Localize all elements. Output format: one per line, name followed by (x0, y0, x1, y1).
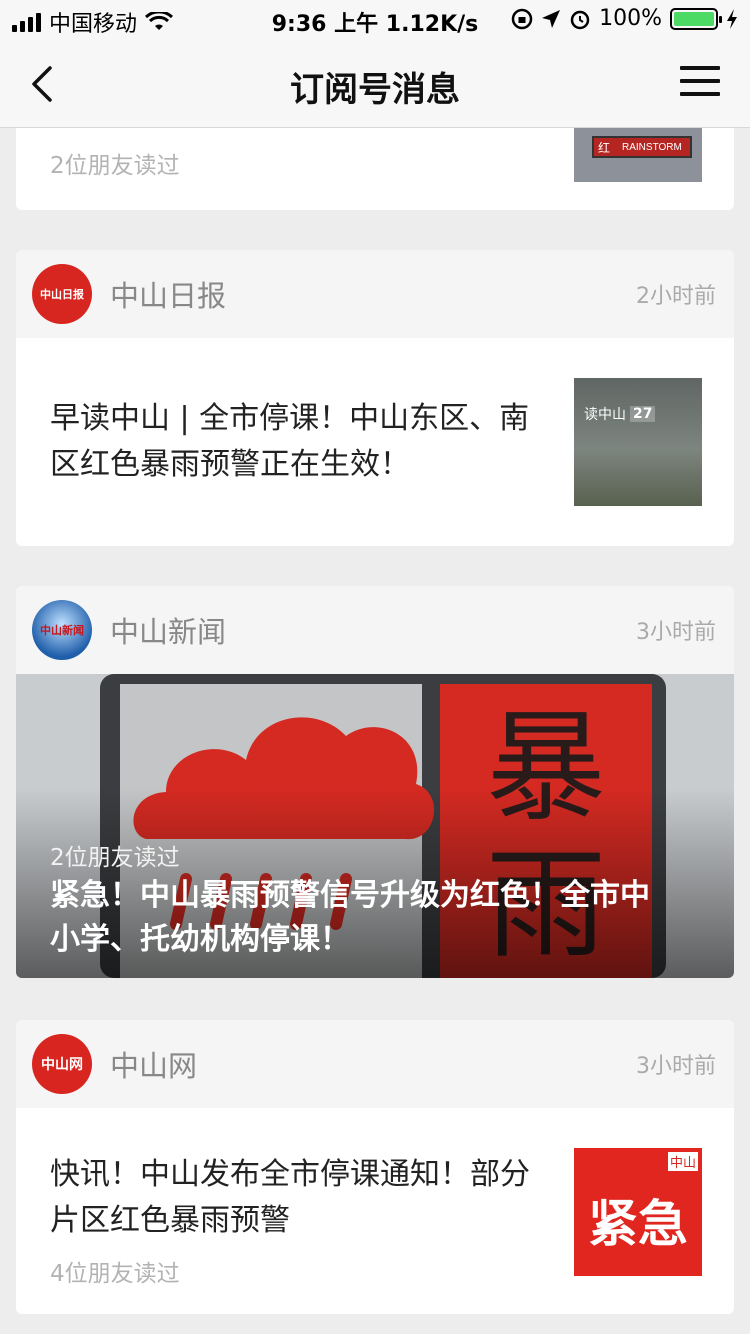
time-label: 9:36 上午 (271, 12, 379, 37)
card-header[interactable]: 中山网 中山网 3小时前 (16, 1020, 734, 1108)
thumb-small: 中山 (667, 1152, 698, 1171)
source-logo[interactable]: 中山日报 (32, 264, 92, 324)
source-name: 中山新闻 (110, 615, 227, 649)
friends-read-label: 4位朋友读过 (50, 1261, 180, 1287)
thumb-text: 读中山 (584, 407, 626, 423)
battery-fill (674, 11, 714, 26)
thumb-text: 紧急 (588, 1195, 688, 1253)
logo-text: 中山日报 (40, 288, 84, 301)
friends-read-label: 2位朋友读过 (50, 845, 180, 871)
article-card[interactable]: 中山日报 中山日报 2小时前 早读中山 | 全市停课！中山东区、南区红色暴雨预警… (16, 250, 734, 546)
page-title: 订阅号消息 (290, 70, 460, 110)
article-thumbnail[interactable]: 读中山 27 (574, 378, 702, 506)
thumbnail-sign: 红 RAINSTORM (592, 136, 692, 158)
thumb-text-right: RAINSTORM (622, 141, 682, 153)
source-logo[interactable]: 中山新闻 (32, 600, 92, 660)
logo-text: 中山新闻 (40, 624, 84, 637)
article-card[interactable]: 中山网 中山网 3小时前 快讯！中山发布全市停课通知！部分片区红色暴雨预警 4位… (16, 1020, 734, 1314)
article-thumbnail[interactable]: 红 RAINSTORM (574, 128, 702, 182)
battery-icon (670, 7, 722, 30)
alarm-icon (570, 10, 590, 29)
post-time: 2小时前 (636, 284, 716, 309)
status-bar: 中国移动 9:36 上午 1.12K/s 100% (0, 0, 750, 40)
card-header[interactable]: 中山新闻 中山新闻 3小时前 (16, 586, 734, 674)
logo-text: 中山网 (41, 1057, 83, 1073)
article-banner[interactable]: 暴 雨 2位朋友读过 紧急！中山暴雨预警信号升级为红色！全市中小学、托幼机构停课… (16, 674, 734, 978)
article-card-featured[interactable]: 中山新闻 中山新闻 3小时前 暴 雨 2位朋友读过 紧急！中山暴雨预警信号升级为… (16, 586, 734, 978)
source-name: 中山日报 (110, 279, 227, 313)
card-body[interactable]: 快讯！中山发布全市停课通知！部分片区红色暴雨预警 4位朋友读过 中山 紧急 (16, 1108, 734, 1314)
network-speed: 1.12K/s (385, 12, 479, 37)
message-list[interactable]: 2位朋友读过 红 RAINSTORM 中山日报 中山日报 2小时前 早读中山 |… (0, 128, 750, 1334)
location-icon (542, 9, 561, 28)
article-title: 紧急！中山暴雨预警信号升级为红色！全市中小学、托幼机构停课！ (50, 878, 650, 957)
battery-percent: 100% (599, 6, 662, 31)
article-card-partial[interactable]: 2位朋友读过 红 RAINSTORM (16, 128, 734, 210)
charging-icon (727, 8, 737, 29)
thumb-text-left: 红 (598, 140, 611, 155)
friends-read-label: 2位朋友读过 (50, 153, 180, 179)
thumbnail-caption: 读中山 27 (584, 404, 656, 424)
post-time: 3小时前 (636, 620, 716, 645)
card-body[interactable]: 早读中山 | 全市停课！中山东区、南区红色暴雨预警正在生效！ 读中山 27 (16, 338, 734, 528)
menu-icon[interactable] (680, 66, 720, 100)
rotation-lock-icon (511, 8, 533, 29)
thumb-number: 27 (630, 406, 656, 422)
article-title: 早读中山 | 全市停课！中山东区、南区红色暴雨预警正在生效！ (50, 401, 530, 482)
status-right: 100% (511, 6, 738, 31)
navigation-bar: 订阅号消息 (0, 40, 750, 128)
source-name: 中山网 (110, 1049, 198, 1083)
source-logo[interactable]: 中山网 (32, 1034, 92, 1094)
card-header[interactable]: 中山日报 中山日报 2小时前 (16, 250, 734, 338)
post-time: 3小时前 (636, 1054, 716, 1079)
article-thumbnail[interactable]: 中山 紧急 (574, 1148, 702, 1276)
article-title: 快讯！中山发布全市停课通知！部分片区红色暴雨预警 (50, 1157, 530, 1238)
